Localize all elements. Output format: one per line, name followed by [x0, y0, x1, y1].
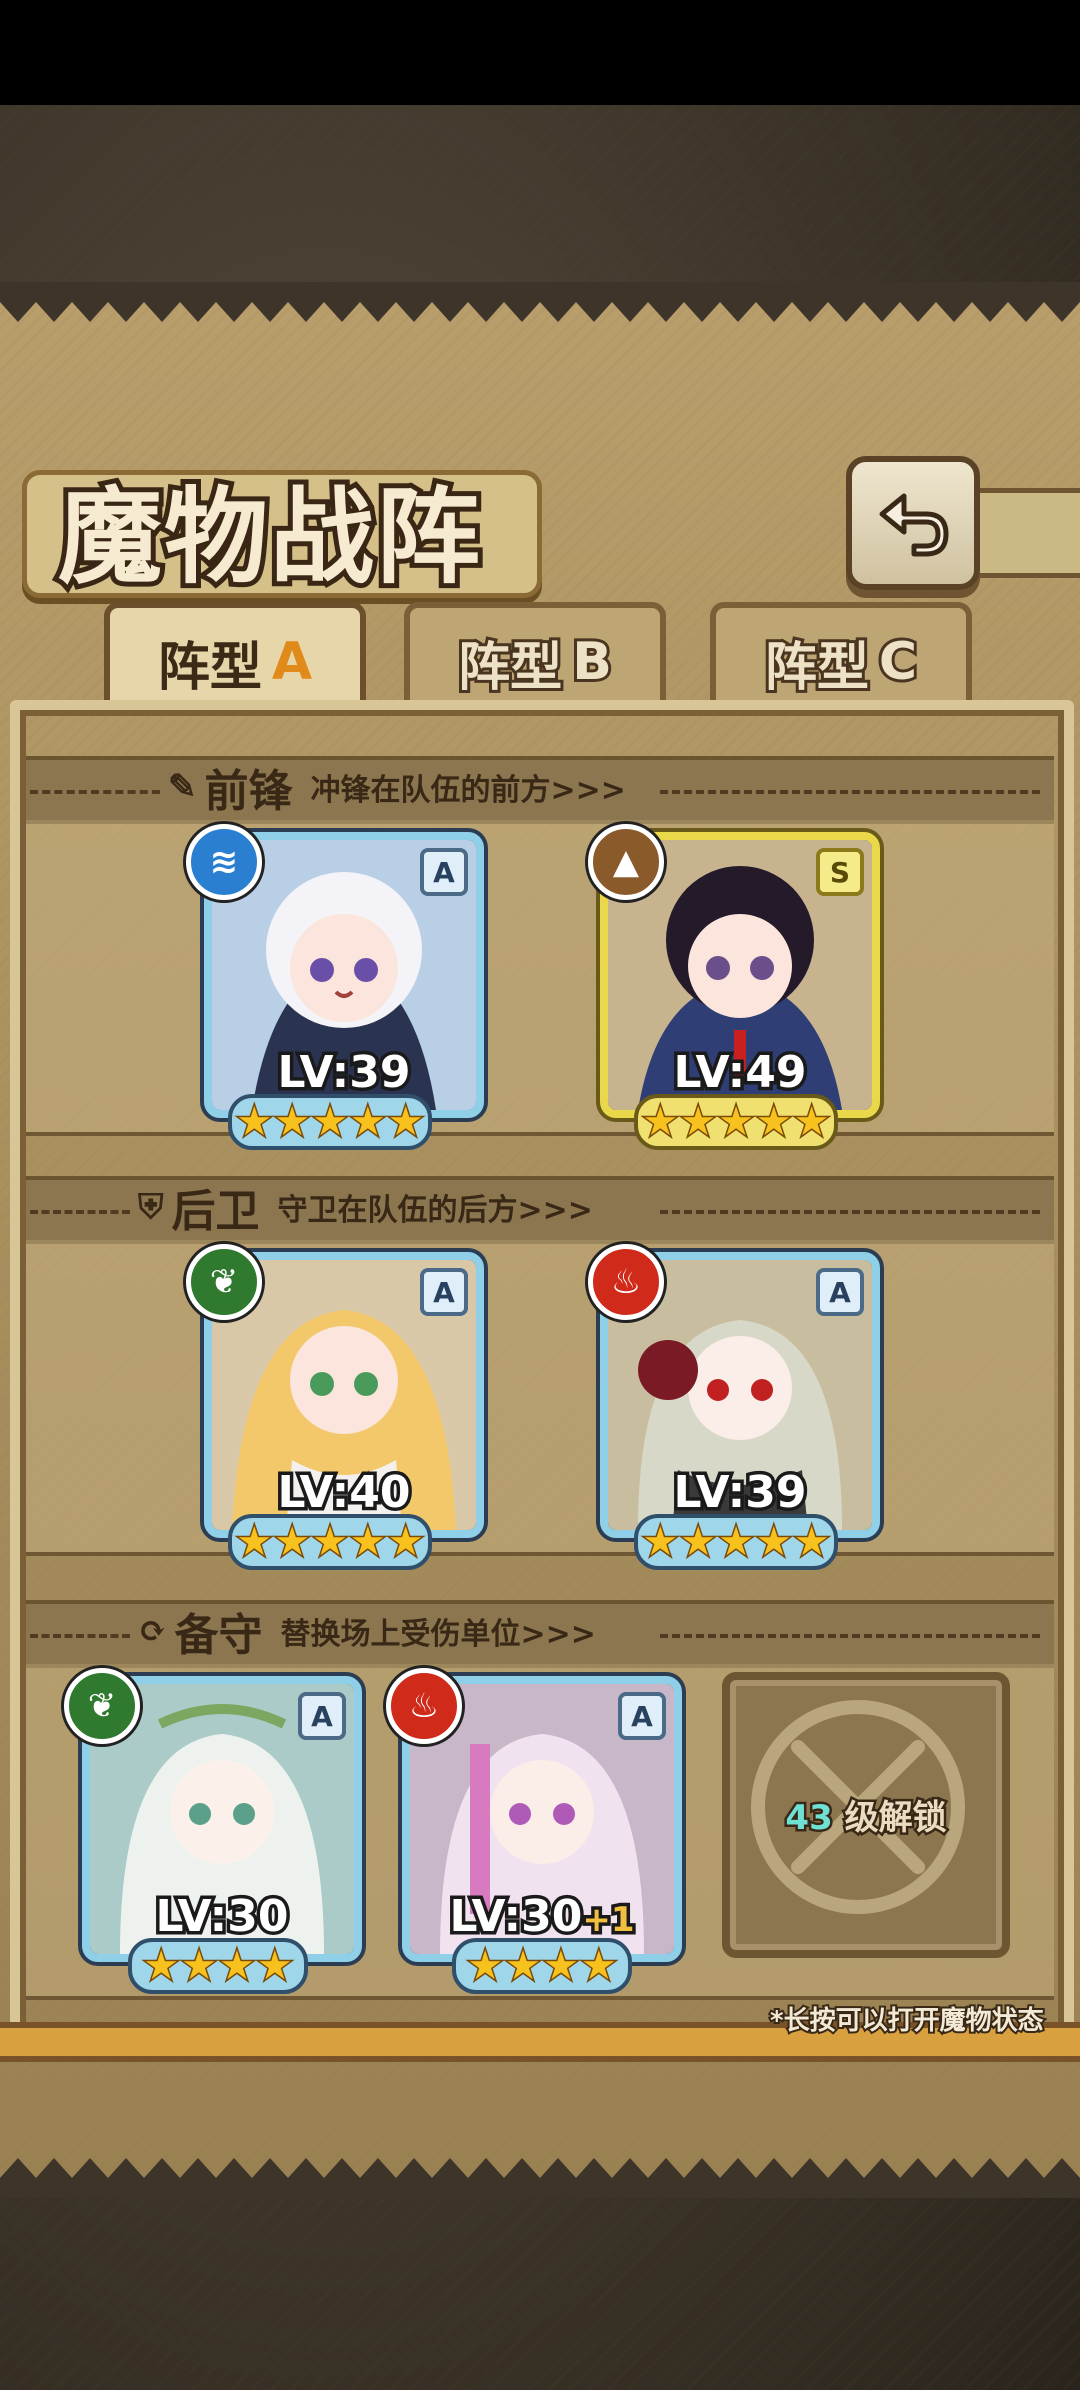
tab-letter: A	[271, 632, 313, 692]
unlock-label: 级解锁	[842, 1796, 949, 1841]
star-icon: ★	[641, 1519, 680, 1565]
locked-slot[interactable]: 43 级解锁	[722, 1672, 1010, 1958]
tab-label: 阵型	[455, 635, 565, 701]
section-row-front	[26, 820, 1054, 1136]
tab-formation-c[interactable]: 阵型 C	[710, 602, 972, 716]
divider	[660, 1210, 1040, 1214]
water-icon: ≋	[186, 824, 262, 900]
unlock-level-text: 43 级解锁	[730, 1790, 1002, 1841]
star-icon: ★	[504, 1943, 543, 1989]
unit-plus: +1	[579, 1897, 638, 1944]
leaf-icon: ❦	[64, 1668, 140, 1744]
rank-badge: A	[298, 1692, 346, 1740]
back-button-strip	[968, 488, 1080, 578]
divider	[660, 1634, 1040, 1638]
star-icon: ★	[348, 1519, 387, 1565]
section-subtitle: 守卫在队伍的后方>>>	[277, 1193, 593, 1228]
star-icon: ★	[311, 1099, 350, 1145]
unit-level: LV:39	[274, 1044, 414, 1102]
unit-level: LV:39	[670, 1464, 810, 1522]
star-icon: ★	[641, 1099, 680, 1145]
star-icon: ★	[754, 1519, 793, 1565]
divider	[30, 1210, 130, 1214]
section-label-reserve: ⟳ 备守 替换场上受伤单位>>>	[138, 1602, 596, 1661]
star-icon: ★	[579, 1943, 618, 1989]
star-icon: ★	[235, 1099, 274, 1145]
tab-label: 阵型	[157, 637, 262, 698]
tab-formation-a[interactable]: 阵型 A	[104, 602, 366, 716]
star-icon: ★	[386, 1099, 425, 1145]
back-button[interactable]	[846, 456, 980, 590]
star-icon: ★	[386, 1519, 425, 1565]
return-arrow-icon	[879, 493, 949, 557]
unit-level: LV:40	[274, 1464, 414, 1522]
star-icon: ★	[255, 1943, 294, 1989]
star-rating: ★ ★ ★ ★	[452, 1938, 632, 1994]
star-icon: ★	[273, 1519, 312, 1565]
zigzag-border-bottom	[0, 2158, 1080, 2198]
unit-level: LV:30+1	[410, 1888, 674, 1946]
status-bar-area	[0, 0, 1080, 105]
star-rating: ★ ★ ★ ★ ★	[634, 1514, 838, 1570]
star-icon: ★	[348, 1099, 387, 1145]
rank-badge: A	[420, 848, 468, 896]
tab-label: 阵型	[762, 635, 872, 701]
tab-letter: C	[876, 629, 920, 695]
star-icon: ★	[679, 1099, 718, 1145]
star-rating: ★ ★ ★ ★ ★	[634, 1094, 838, 1150]
rank-badge: A	[420, 1268, 468, 1316]
star-icon: ★	[142, 1943, 181, 1989]
star-icon: ★	[180, 1943, 219, 1989]
swap-icon: ⟳	[138, 1611, 167, 1651]
section-subtitle: 冲锋在队伍的前方>>>	[310, 773, 626, 808]
divider	[30, 1634, 130, 1638]
sword-icon: ✎	[168, 767, 197, 807]
shield-icon: ⛨	[138, 1187, 164, 1227]
star-icon: ★	[273, 1099, 312, 1145]
tab-letter: B	[569, 629, 615, 695]
rank-badge: A	[816, 1268, 864, 1316]
divider	[30, 790, 160, 794]
section-title: 前锋	[204, 766, 293, 817]
star-rating: ★ ★ ★ ★ ★	[228, 1514, 432, 1570]
section-label-front: ✎ 前锋 冲锋在队伍的前方>>>	[168, 758, 626, 817]
unlock-level: 43	[783, 1796, 835, 1841]
star-icon: ★	[235, 1519, 274, 1565]
star-icon: ★	[218, 1943, 257, 1989]
rank-badge: S	[816, 848, 864, 896]
section-label-rear: ⛨ 后卫 守卫在队伍的后方>>>	[138, 1178, 593, 1237]
divider	[660, 790, 1040, 794]
earth-icon: ▲	[588, 824, 664, 900]
star-icon: ★	[311, 1519, 350, 1565]
rank-badge: A	[618, 1692, 666, 1740]
fire-icon: ♨	[386, 1668, 462, 1744]
section-row-rear	[26, 1240, 1054, 1556]
star-rating: ★ ★ ★ ★	[128, 1938, 308, 1994]
tab-formation-b[interactable]: 阵型 B	[404, 602, 666, 716]
star-icon: ★	[792, 1519, 831, 1565]
star-icon: ★	[717, 1519, 756, 1565]
page-title: 魔物战阵	[53, 470, 485, 603]
section-title: 备守	[174, 1610, 263, 1661]
star-icon: ★	[542, 1943, 581, 1989]
fire-icon: ♨	[588, 1244, 664, 1320]
section-title: 后卫	[171, 1186, 260, 1237]
unit-level-value: LV:30	[446, 1888, 586, 1946]
zigzag-border-top	[0, 282, 1080, 322]
unit-level: LV:30	[152, 1888, 292, 1946]
star-icon: ★	[466, 1943, 505, 1989]
star-icon: ★	[754, 1099, 793, 1145]
star-rating: ★ ★ ★ ★ ★	[228, 1094, 432, 1150]
long-press-hint: *长按可以打开魔物状态	[768, 2004, 1046, 2038]
star-icon: ★	[792, 1099, 831, 1145]
star-icon: ★	[717, 1099, 756, 1145]
star-icon: ★	[679, 1519, 718, 1565]
leaf-icon: ❦	[186, 1244, 262, 1320]
section-subtitle: 替换场上受伤单位>>>	[280, 1617, 596, 1652]
unit-level: LV:49	[670, 1044, 810, 1102]
